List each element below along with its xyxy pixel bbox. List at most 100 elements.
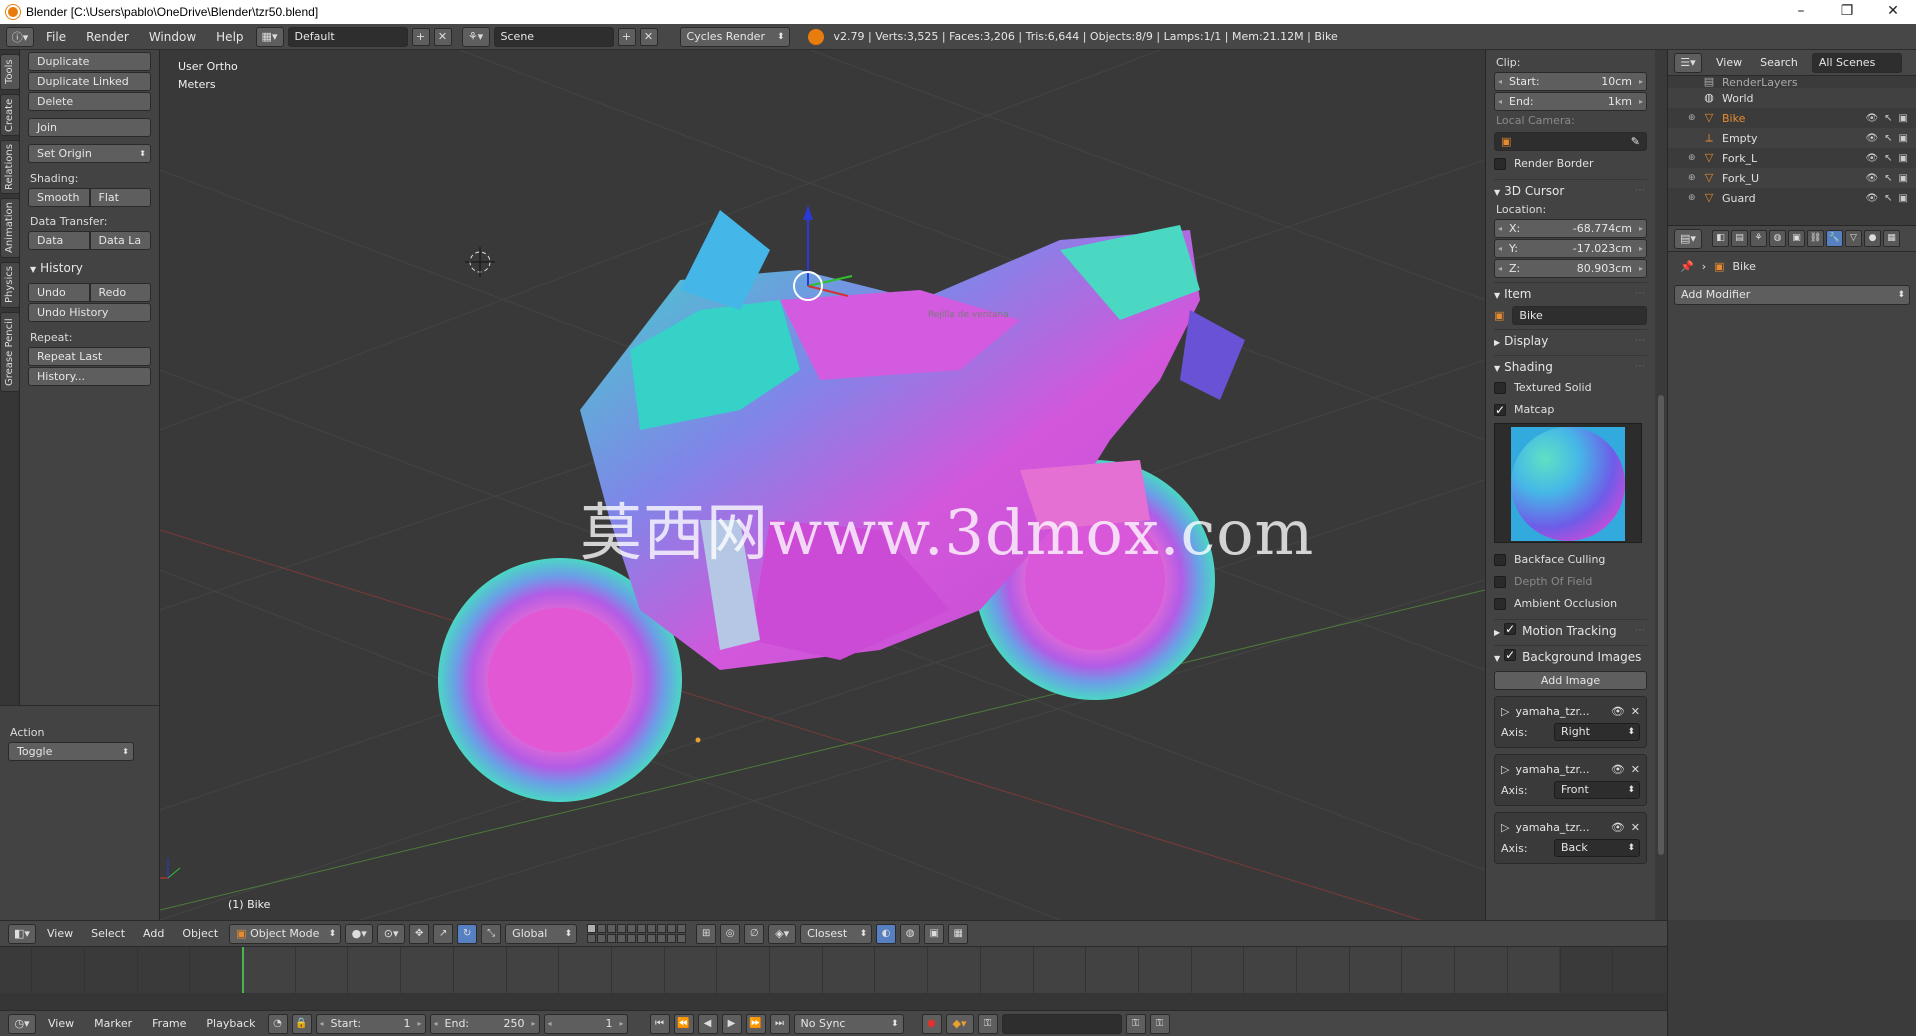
jump-keyframe-forward-icon[interactable]: ⏩ (745, 1013, 766, 1034)
ambient-occlusion-checkbox[interactable] (1494, 598, 1506, 610)
clip-start-field[interactable]: Start:10cm (1494, 72, 1647, 91)
preview-range-icon[interactable]: ◔ (267, 1013, 288, 1034)
editor-type-info-button[interactable]: ⓘ▾ (6, 26, 34, 47)
flat-button[interactable]: Flat (89, 188, 151, 207)
editor-type-timeline-button[interactable]: ◷▾ (8, 1013, 36, 1034)
item-panel-header[interactable]: ▼ Item ⋯ (1494, 282, 1647, 304)
eyedropper-icon[interactable]: ✎ (1631, 133, 1640, 151)
cursor-icon[interactable]: ↖ (1884, 113, 1892, 124)
outliner-row[interactable]: ⊕ ▽ Bike 👁 ↖ ▣ (1668, 108, 1916, 128)
tab-grease-pencil[interactable]: Grease Pencil (0, 312, 20, 392)
cursor-z-field[interactable]: Z:80.903cm (1494, 259, 1647, 278)
display-panel-header[interactable]: ▶ Display ⋯ (1494, 329, 1647, 351)
expand-arrow-icon[interactable]: ▷ (1501, 821, 1509, 834)
data-tab-icon[interactable]: ▽ (1845, 230, 1862, 247)
minimize-button[interactable]: – (1778, 0, 1824, 24)
outliner-row[interactable]: ⊕ ▽ Guard 👁 ↖ ▣ (1668, 188, 1916, 208)
add-image-button[interactable]: Add Image (1494, 671, 1647, 690)
camera-icon[interactable]: ▣ (1899, 113, 1908, 124)
outliner-row[interactable]: ⊕ ▽ Fork_L 👁 ↖ ▣ (1668, 148, 1916, 168)
rotate-manipulator-icon[interactable]: ↻ (457, 923, 478, 944)
remove-scene-button[interactable]: ✕ (639, 27, 658, 46)
cursor-icon[interactable]: ↖ (1884, 133, 1892, 144)
tab-physics[interactable]: Physics (0, 262, 20, 308)
eye-icon[interactable]: 👁 (1611, 705, 1625, 718)
transform-orientation-select[interactable]: Global (505, 923, 578, 944)
current-frame-cursor[interactable] (242, 947, 244, 993)
timeline[interactable]: -40-30-20-100102030405060708090100110120… (0, 946, 1667, 1010)
set-origin-select[interactable]: Set Origin ⬍ (28, 144, 151, 163)
sync-mode-select[interactable]: No Sync (793, 1013, 904, 1034)
textured-solid-toggle[interactable]: Textured Solid (1494, 377, 1647, 399)
add-layout-button[interactable]: + (411, 27, 430, 46)
lock-layers-icon[interactable]: ⊞ (696, 923, 717, 944)
menu-select[interactable]: Select (84, 921, 132, 947)
texture-tab-icon[interactable]: ▦ (1883, 230, 1900, 247)
remove-icon[interactable]: ✕ (1631, 705, 1640, 718)
timeline-menu-frame[interactable]: Frame (144, 1011, 194, 1036)
expand-icon[interactable]: ⊕ (1688, 173, 1698, 183)
local-camera-field[interactable]: ▣ ✎ (1494, 132, 1647, 151)
3d-cursor-icon[interactable] (465, 247, 495, 277)
duplicate-linked-button[interactable]: Duplicate Linked (28, 72, 151, 91)
data-layout-button[interactable]: Data La (89, 231, 151, 250)
keying-set-icon[interactable]: ⚿ (977, 1013, 998, 1034)
axis-select[interactable]: Back (1554, 839, 1640, 857)
screen-layout-field[interactable]: Default (287, 26, 408, 47)
camera-icon[interactable]: ▣ (1899, 133, 1908, 144)
snap-target-select[interactable]: Closest (800, 923, 873, 944)
close-button[interactable]: ✕ (1870, 0, 1916, 24)
menu-file[interactable]: File (38, 24, 74, 50)
eye-icon[interactable]: 👁 (1611, 821, 1625, 834)
remove-icon[interactable]: ✕ (1631, 821, 1640, 834)
scene-icon[interactable]: ⚘▾ (461, 26, 490, 47)
eye-icon[interactable]: 👁 (1865, 193, 1878, 204)
scale-manipulator-icon[interactable]: ⤡ (481, 923, 502, 944)
backface-culling-toggle[interactable]: Backface Culling (1494, 549, 1647, 571)
render-border-toggle[interactable]: Render Border (1494, 153, 1647, 175)
drag-grip-icon[interactable]: ⋯ (1635, 330, 1645, 352)
smooth-button[interactable]: Smooth (28, 188, 90, 207)
editor-type-properties-button[interactable]: ▤▾ (1674, 228, 1702, 249)
background-images-panel-header[interactable]: ▼Background Images (1494, 644, 1647, 667)
outliner-row[interactable]: ⊕ ▽ Fork_U 👁 ↖ ▣ (1668, 168, 1916, 188)
manipulator-toggle-icon[interactable]: ✥ (409, 923, 430, 944)
clip-end-field[interactable]: End:1km (1494, 92, 1647, 111)
tab-tools[interactable]: Tools (0, 54, 20, 90)
snap-toggle-icon[interactable]: ∅ (744, 923, 765, 944)
tab-create[interactable]: Create (0, 94, 20, 136)
tab-relations[interactable]: Relations (0, 140, 20, 194)
render-engine-select[interactable]: Cycles Render ⬍ (679, 26, 790, 47)
lock-range-icon[interactable]: 🔒 (291, 1013, 312, 1034)
render-tab-icon[interactable]: ◧ (1712, 230, 1729, 247)
history-panel-header[interactable]: ▼ History (28, 257, 151, 279)
undo-button[interactable]: Undo (28, 283, 90, 302)
data-button[interactable]: Data (28, 231, 90, 250)
layer-buttons[interactable] (587, 924, 687, 943)
render-border-checkbox[interactable] (1494, 158, 1506, 170)
shading-panel-header[interactable]: ▼ Shading ⋯ (1494, 355, 1647, 377)
eye-icon[interactable]: 👁 (1865, 173, 1878, 184)
eye-icon[interactable]: 👁 (1611, 763, 1625, 776)
history-button[interactable]: History... (28, 367, 151, 386)
background-images-checkbox[interactable] (1504, 644, 1517, 666)
duplicate-button[interactable]: Duplicate (28, 52, 151, 71)
cursor-y-field[interactable]: Y:-17.023cm (1494, 239, 1647, 258)
n-panel-scrollbar[interactable] (1655, 50, 1667, 920)
drag-grip-icon[interactable]: ⋯ (1635, 180, 1645, 202)
outliner-search-menu[interactable]: Search (1756, 50, 1802, 76)
scrollbar-thumb[interactable] (1658, 395, 1664, 855)
expand-icon[interactable]: ⊕ (1688, 153, 1698, 163)
add-modifier-select[interactable]: Add Modifier ⬍ (1674, 285, 1910, 305)
camera-icon[interactable]: ▣ (1899, 173, 1908, 184)
matcap-toggle[interactable]: Matcap (1494, 399, 1647, 421)
cursor-x-field[interactable]: X:-68.774cm (1494, 219, 1647, 238)
end-frame-field[interactable]: End:250 (429, 1013, 540, 1034)
eye-icon[interactable]: 👁 (1865, 113, 1878, 124)
cursor-icon[interactable]: ↖ (1884, 173, 1892, 184)
pivot-point-icon[interactable]: ⊙▾ (377, 923, 406, 944)
delete-button[interactable]: Delete (28, 92, 151, 111)
eye-icon[interactable]: 👁 (1865, 133, 1878, 144)
constraints-tab-icon[interactable]: ⛓ (1807, 230, 1824, 247)
expand-icon[interactable]: ⊕ (1688, 113, 1698, 123)
